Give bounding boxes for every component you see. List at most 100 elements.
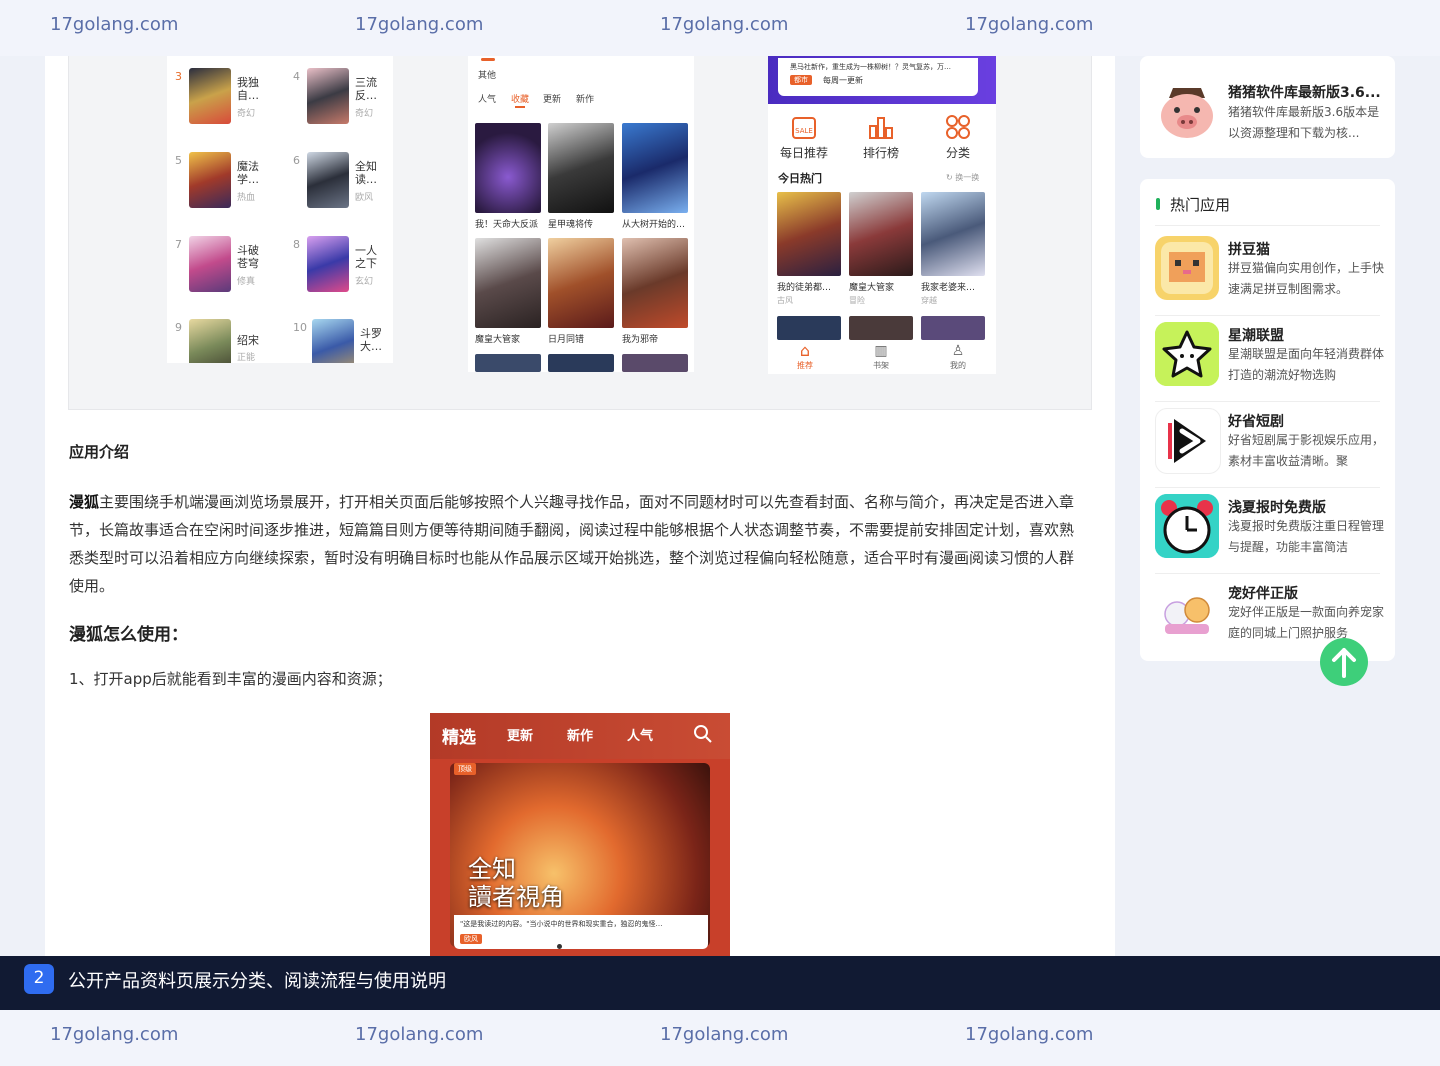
comic-cover[interactable] xyxy=(622,238,688,328)
tab-featured[interactable]: 精选 xyxy=(442,723,476,748)
category-label: 每日推荐 xyxy=(779,146,828,160)
comic-cover xyxy=(189,319,231,363)
comic-cover xyxy=(189,68,231,124)
screenshot-home[interactable]: 黑马社新作，重生成为一株柳树！？灵气复苏，万… 都市 每周一更新 SALE 每日… xyxy=(768,56,996,374)
nav-bookshelf[interactable]: ▥ 书架 xyxy=(861,342,901,371)
app-item[interactable]: 星潮联盟 星潮联盟是面向年轻消费群体打造的潮流好物选购 xyxy=(1140,315,1395,401)
comic-cover[interactable] xyxy=(475,123,541,213)
app-name[interactable]: 拼豆猫 xyxy=(1228,239,1270,259)
rank-number: 7 xyxy=(175,238,182,251)
comic-cover xyxy=(307,152,349,208)
featured-tag: 欧风 xyxy=(460,934,482,944)
tab-new[interactable]: 新作 xyxy=(567,725,593,744)
back-to-top-button[interactable] xyxy=(1320,638,1368,686)
rank-number: 3 xyxy=(175,70,182,83)
app-name[interactable]: 星潮联盟 xyxy=(1228,325,1284,345)
comic-cover[interactable] xyxy=(548,238,614,328)
watermark: 17golang.com xyxy=(355,1024,484,1045)
ranking-icon xyxy=(869,117,893,139)
caption-bar: 2 公开产品资料页展示分类、阅读流程与使用说明 xyxy=(0,956,1440,1010)
comic-cover xyxy=(921,316,985,340)
app-description: 好省短剧属于影视娱乐应用，素材丰富收益清晰。聚 xyxy=(1228,433,1385,468)
category-ranking[interactable]: 排行榜 xyxy=(851,114,911,161)
comic-cover[interactable] xyxy=(849,192,913,276)
watermark: 17golang.com xyxy=(355,14,484,35)
comic-cover[interactable] xyxy=(622,123,688,213)
calendar-sale-icon: SALE xyxy=(792,117,816,139)
comic-caption: 魔皇大管家 xyxy=(475,335,521,345)
featured-badge: 顶级 xyxy=(454,763,476,775)
other-label: 其他 xyxy=(478,71,497,81)
comic-genre: 古风 xyxy=(777,296,793,305)
category-daily[interactable]: SALE 每日推荐 xyxy=(774,114,834,161)
comic-tag: 奇幻 xyxy=(355,109,374,119)
watermark-bar-bottom: 17golang.com 17golang.com 17golang.com 1… xyxy=(0,1010,1440,1066)
watermark-bar-top: 17golang.com 17golang.com 17golang.com 1… xyxy=(0,0,1440,56)
bottom-nav: ⌂ 推荐 ▥ 书架 ♙ 我的 xyxy=(768,340,996,374)
rank-number: 8 xyxy=(293,238,300,251)
app-item[interactable]: 猪猪软件库最新版3.6... 猪猪软件库最新版3.6版本是以资源整理和下载为核.… xyxy=(1140,68,1395,154)
app-name-bold: 漫狐 xyxy=(69,493,100,511)
tab-updates[interactable]: 更新 xyxy=(543,92,561,105)
watermark: 17golang.com xyxy=(965,1024,1094,1045)
tab-updates[interactable]: 更新 xyxy=(507,725,533,744)
app-item[interactable]: 拼豆猫 拼豆猫偏向实用创作，上手快速满足拼豆制图需求。 xyxy=(1140,229,1395,315)
comic-title: 魔法学… xyxy=(237,160,259,186)
featured-header: 精选 更新 新作 人气 xyxy=(430,713,730,759)
app-description: 拼豆猫偏向实用创作，上手快速满足拼豆制图需求。 xyxy=(1228,261,1385,296)
comic-caption: 我为邪帝 xyxy=(622,335,659,345)
rank-number: 9 xyxy=(175,321,182,334)
comic-cover[interactable] xyxy=(777,192,841,276)
screenshot-ranking[interactable]: 3 我独自… 奇幻 4 三流反… 奇幻 5 魔法学… 热血 6 全知读… 欧风 … xyxy=(167,56,393,363)
user-icon: ♙ xyxy=(951,343,965,359)
comic-caption: 我的徒弟都… xyxy=(777,283,832,293)
app-name[interactable]: 宠好伴正版 xyxy=(1228,583,1298,603)
category-classify[interactable]: 分类 xyxy=(928,114,988,161)
tab-new[interactable]: 新作 xyxy=(576,92,594,105)
rank-number: 10 xyxy=(293,321,307,334)
app-description: 星潮联盟是面向年轻消费群体打造的潮流好物选购 xyxy=(1228,347,1385,382)
tab-favorites[interactable]: 收藏 xyxy=(511,92,529,105)
app-item[interactable]: 好省短剧 好省短剧属于影视娱乐应用，素材丰富收益清晰。聚 xyxy=(1140,401,1395,487)
nav-mine[interactable]: ♙ 我的 xyxy=(938,342,978,371)
step-1: 1、打开app后就能看到丰富的漫画内容和资源； xyxy=(69,670,392,688)
app-name[interactable]: 浅夏报时免费版 xyxy=(1228,497,1326,517)
comic-tag: 玄幻 xyxy=(355,277,374,287)
nav-recommend[interactable]: ⌂ 推荐 xyxy=(785,342,825,371)
screenshot-favorites[interactable]: 其他 人气 收藏 更新 新作 我！天命大反派 星甲魂将传 从大树开始的… 魔皇大… xyxy=(468,56,694,372)
svg-text:SALE: SALE xyxy=(795,127,813,135)
grid-icon xyxy=(946,115,970,139)
notice-schedule: 每周一更新 xyxy=(823,76,863,85)
tab-popular[interactable]: 人气 xyxy=(627,725,653,744)
comic-cover[interactable] xyxy=(548,123,614,213)
home-banner: 黑马社新作，重生成为一株柳树！？灵气复苏，万… 都市 每周一更新 xyxy=(768,56,996,104)
comic-title: 绍宋 xyxy=(237,334,259,347)
featured-text: "这是我读过的内容。"当小说中的世界和现实重合，独忍的鬼怪… xyxy=(460,920,663,928)
comic-tag: 奇幻 xyxy=(237,109,256,119)
search-icon[interactable] xyxy=(693,724,713,744)
carousel-dot[interactable] xyxy=(557,944,562,949)
comic-caption: 魔皇大管家 xyxy=(849,283,895,293)
comic-title: 斗破苍穹 xyxy=(237,244,259,270)
notice-text: 黑马社新作，重生成为一株柳树！？灵气复苏，万… xyxy=(790,63,951,71)
watermark: 17golang.com xyxy=(660,14,789,35)
sidebar-hot-apps: 热门应用 拼豆猫 拼豆猫偏向实用创作，上手快速满足拼豆制图需求。 星潮联盟 星潮… xyxy=(1140,179,1395,661)
pig-icon xyxy=(1155,78,1219,142)
tab-popular[interactable]: 人气 xyxy=(478,92,496,105)
screenshot-featured[interactable]: 精选 更新 新作 人气 顶级 全知 讀者視角 "这是我读过的内容。"当小说中的世界… xyxy=(430,713,730,956)
comic-cover xyxy=(312,319,354,363)
comic-cover xyxy=(777,316,841,340)
refresh-button[interactable]: ↻ 换一换 xyxy=(946,172,979,183)
comic-title: 一人之下 xyxy=(355,244,377,270)
rank-number: 6 xyxy=(293,154,300,167)
comic-cover[interactable] xyxy=(475,238,541,328)
comic-caption: 从大树开始的… xyxy=(622,220,686,230)
app-name[interactable]: 猪猪软件库最新版3.6... xyxy=(1228,82,1381,102)
app-item[interactable]: 浅夏报时免费版 浅夏报时免费版注重日程管理与提醒，功能丰富简洁 xyxy=(1140,487,1395,573)
play-icon xyxy=(1155,408,1221,474)
app-name[interactable]: 好省短剧 xyxy=(1228,411,1284,431)
caption-text: 公开产品资料页展示分类、阅读流程与使用说明 xyxy=(68,971,446,992)
pets-icon xyxy=(1155,580,1219,644)
comic-cover[interactable] xyxy=(921,192,985,276)
sidebar-top-card: 猪猪软件库最新版3.6... 猪猪软件库最新版3.6版本是以资源整理和下载为核.… xyxy=(1140,56,1395,158)
